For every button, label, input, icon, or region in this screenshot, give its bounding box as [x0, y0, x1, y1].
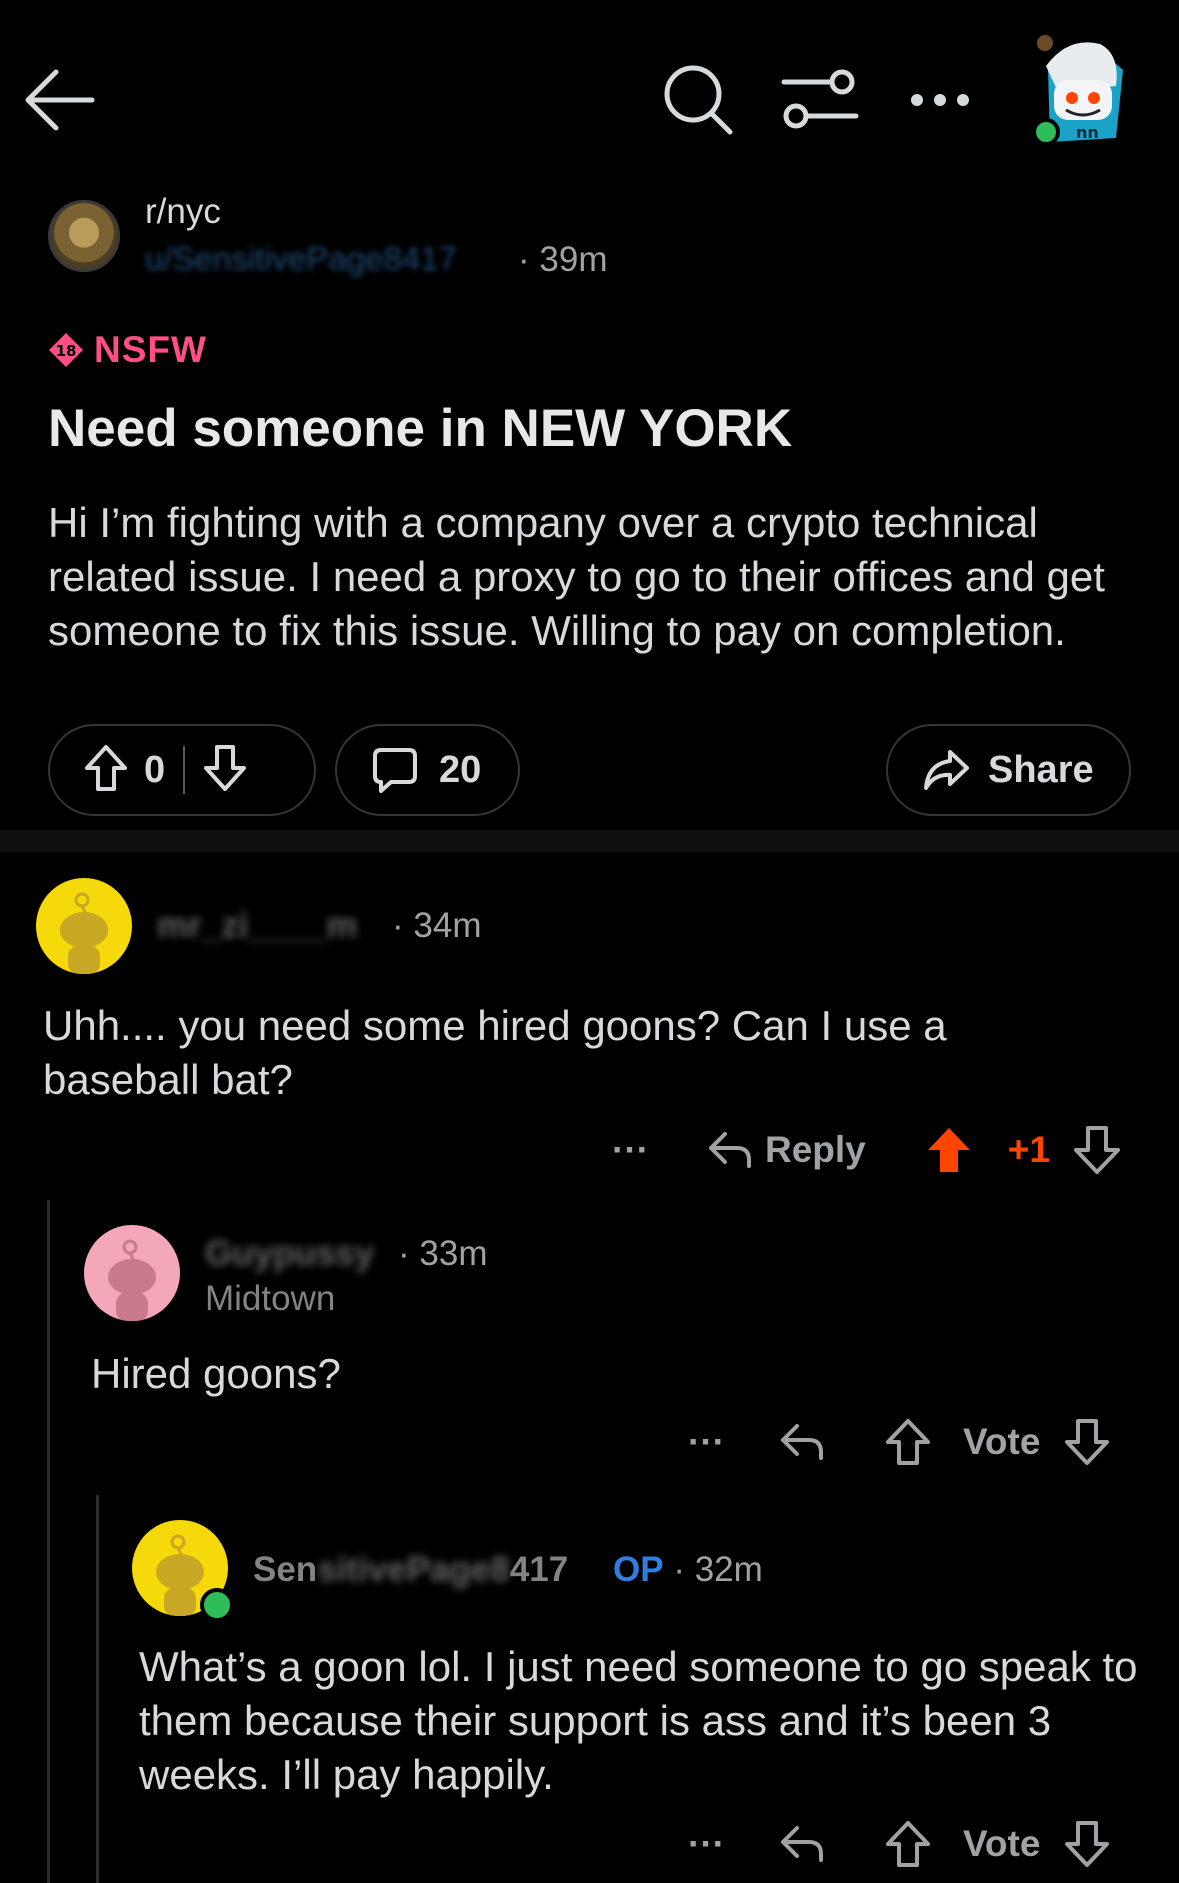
upvote-icon: [927, 1128, 970, 1172]
post-time-value: 39m: [539, 240, 608, 279]
reply-button[interactable]: Reply: [707, 1129, 866, 1171]
upvote-icon: [885, 1821, 930, 1867]
op-tag: OP: [613, 1550, 664, 1589]
comment-actions: ··· Reply +1: [612, 1120, 1120, 1180]
downvote-button[interactable]: [203, 744, 247, 797]
comment-count: 20: [439, 748, 482, 791]
comment-time: OP · 32m: [613, 1550, 763, 1589]
subreddit-icon[interactable]: [48, 200, 120, 272]
post-time: · 39m: [518, 240, 607, 280]
vote-divider: [183, 746, 186, 794]
comment-body: What’s a goon lol. I just need someone t…: [139, 1643, 1138, 1798]
online-status-indicator: [200, 1588, 234, 1622]
sort-filter-button[interactable]: [780, 64, 860, 136]
downvote-button[interactable]: [1064, 1418, 1110, 1466]
comment-score: +1: [1007, 1129, 1050, 1170]
post-page: nn r/nyc u/SensitivePage8417 · 39m 18 NS…: [0, 0, 1179, 1883]
vote-label: Vote: [962, 1823, 1041, 1864]
downvote-icon: [1065, 1419, 1110, 1465]
search-icon: [664, 65, 733, 135]
back-arrow-icon: [25, 69, 95, 131]
share-icon: [924, 750, 969, 790]
comment-author[interactable]: Guypussy: [205, 1234, 374, 1274]
comment-author[interactable]: SensitivePage8417: [253, 1550, 568, 1590]
filter-icon: [781, 69, 859, 129]
comments-button[interactable]: 20: [335, 724, 520, 816]
nsfw-label: NSFW: [94, 329, 207, 370]
comment-body: Hired goons?: [91, 1350, 341, 1397]
more-icon: [911, 94, 969, 106]
more-options-button[interactable]: ···: [688, 1823, 725, 1865]
upvote-icon: [85, 744, 127, 791]
post-body: Hi I’m fighting with a company over a cr…: [48, 499, 1105, 654]
comment-time: · 33m: [398, 1234, 488, 1273]
comment-avatar[interactable]: [84, 1225, 180, 1321]
upvote-button[interactable]: [885, 1820, 931, 1868]
comment-actions: ··· Vote: [688, 1814, 1110, 1874]
top-bar: nn: [0, 0, 1179, 190]
upvote-button[interactable]: [84, 744, 128, 797]
comment-actions: ··· Vote: [688, 1412, 1110, 1472]
vote-label: Vote: [962, 1421, 1041, 1462]
downvote-button[interactable]: [1073, 1126, 1120, 1174]
svg-text:18: 18: [56, 342, 77, 360]
thread-line[interactable]: [47, 1200, 50, 1883]
reply-icon: [780, 1424, 823, 1460]
reply-button[interactable]: [779, 1824, 825, 1864]
more-options-button[interactable]: [905, 72, 975, 128]
post-title: Need someone in NEW YORK: [48, 399, 793, 458]
post-author[interactable]: u/SensitivePage8417: [145, 240, 457, 278]
reply-button[interactable]: [779, 1422, 825, 1462]
subreddit-name[interactable]: r/nyc: [145, 192, 221, 232]
comment-avatar[interactable]: [36, 878, 132, 974]
back-button[interactable]: [20, 60, 100, 140]
vote-count: 0: [144, 748, 166, 791]
upvote-button[interactable]: [926, 1126, 972, 1174]
downvote-button[interactable]: [1064, 1820, 1110, 1868]
upvote-icon: [885, 1419, 930, 1465]
reply-icon: [708, 1132, 751, 1168]
svg-text:nn: nn: [1076, 123, 1099, 142]
snoo-avatar-icon: [108, 1239, 156, 1321]
more-options-button[interactable]: ···: [688, 1421, 725, 1463]
share-button[interactable]: Share: [886, 724, 1131, 816]
more-options-button[interactable]: ···: [612, 1129, 649, 1171]
comment-icon: [373, 748, 417, 793]
section-divider: [0, 830, 1179, 852]
separator-dot: ·: [518, 240, 530, 279]
search-button[interactable]: [660, 60, 736, 140]
downvote-icon: [1073, 1126, 1120, 1174]
user-avatar-icon: nn: [1032, 35, 1123, 146]
vote-control: 0: [48, 724, 316, 816]
downvote-icon: [1065, 1821, 1110, 1867]
upvote-button[interactable]: [885, 1418, 931, 1466]
comment-body: Uhh.... you need some hired goons? Can I…: [43, 1002, 947, 1103]
reply-label: Reply: [764, 1129, 866, 1170]
share-label: Share: [988, 748, 1094, 791]
downvote-icon: [204, 744, 247, 791]
snoo-avatar-icon: [60, 892, 108, 974]
user-flair: Midtown: [205, 1279, 336, 1318]
nsfw-badge: 18 NSFW: [48, 328, 207, 372]
user-avatar-button[interactable]: nn: [1028, 30, 1128, 150]
comment-author[interactable]: mr_zi____m: [157, 906, 357, 946]
nsfw-18-icon: 18: [49, 333, 83, 367]
thread-line[interactable]: [96, 1495, 99, 1883]
comment-time: · 34m: [392, 906, 482, 945]
reply-icon: [780, 1826, 823, 1862]
